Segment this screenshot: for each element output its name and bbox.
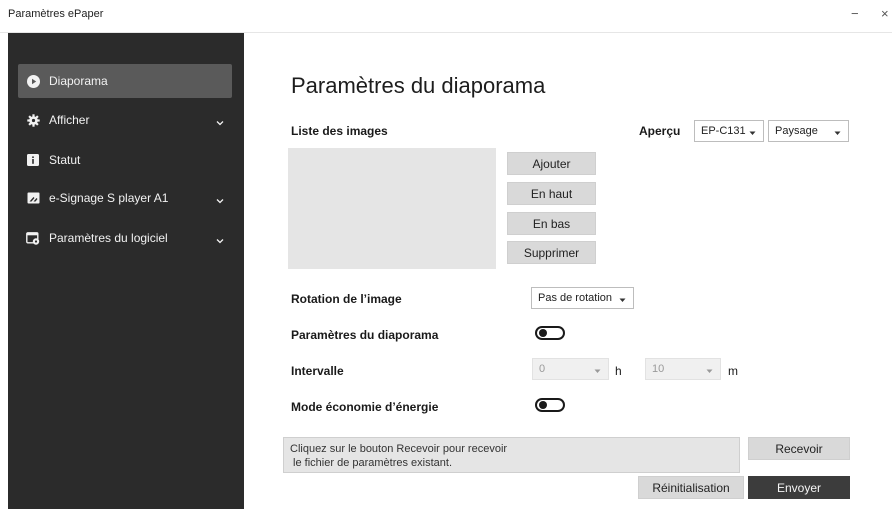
interval-minutes-select[interactable]: 10 [645, 358, 721, 380]
toggle-knob [539, 329, 547, 337]
preview-label: Aperçu [639, 124, 681, 138]
chevron-down-icon [216, 115, 224, 129]
interval-minutes-value: 10 [652, 363, 665, 375]
power-saving-label: Mode économie d’énergie [291, 400, 439, 414]
rotation-select[interactable]: Pas de rotation [531, 287, 634, 309]
page-title: Paramètres du diaporama [291, 73, 546, 98]
receive-button[interactable]: Recevoir [748, 437, 850, 460]
delete-button[interactable]: Supprimer [507, 241, 596, 264]
sidebar-item-afficher[interactable]: Afficher [18, 103, 232, 137]
window-title: Paramètres ePaper [8, 8, 104, 20]
preview-orientation-select[interactable]: Paysage [768, 120, 849, 142]
software-settings-icon [26, 231, 40, 245]
sidebar-item-diaporama[interactable]: Diaporama [18, 64, 232, 98]
hours-unit: h [615, 364, 622, 378]
toggle-knob [539, 401, 547, 409]
preview-model-select[interactable]: EP-C131 [694, 120, 764, 142]
close-button[interactable]: × [881, 6, 889, 21]
chevron-down-icon [749, 127, 756, 139]
chevron-down-icon [216, 233, 224, 247]
info-icon [26, 153, 40, 167]
message-line-1: Cliquez sur le bouton Recevoir pour rece… [290, 443, 508, 455]
main-panel: Paramètres du diaporama Liste des images… [244, 33, 892, 509]
sidebar-item-statut[interactable]: Statut [18, 143, 232, 177]
title-bar: Paramètres ePaper − × [0, 0, 892, 33]
message-line-2: le fichier de paramètres existant. [290, 457, 453, 469]
minimize-button[interactable]: − [851, 6, 859, 21]
rotation-value: Pas de rotation [538, 292, 612, 304]
chevron-down-icon [619, 294, 626, 306]
sidebar-item-label: Paramètres du logiciel [49, 231, 168, 245]
preview-orientation-value: Paysage [775, 125, 818, 137]
send-button[interactable]: Envoyer [748, 476, 850, 499]
device-icon [26, 191, 40, 205]
play-icon [26, 74, 40, 88]
sidebar-item-label: Diaporama [49, 74, 108, 88]
sidebar-item-label: Afficher [49, 113, 90, 127]
message-box: Cliquez sur le bouton Recevoir pour rece… [283, 437, 740, 473]
preview-model-value: EP-C131 [701, 125, 746, 137]
slideshow-settings-label: Paramètres du diaporama [291, 328, 439, 342]
interval-hours-select[interactable]: 0 [532, 358, 609, 380]
move-up-button[interactable]: En haut [507, 182, 596, 205]
sidebar-item-e-signage[interactable]: e-Signage S player A1 [18, 181, 232, 215]
rotation-label: Rotation de l’image [291, 292, 402, 306]
sidebar-item-label: e-Signage S player A1 [49, 191, 169, 205]
gear-icon [26, 113, 40, 127]
chevron-down-icon [216, 193, 224, 207]
sidebar: Diaporama Afficher Statut e-Signage S pl… [8, 33, 244, 509]
chevron-down-icon [834, 127, 841, 139]
add-button[interactable]: Ajouter [507, 152, 596, 175]
chevron-down-icon [706, 365, 713, 377]
image-list[interactable] [288, 148, 496, 269]
reset-button[interactable]: Réinitialisation [638, 476, 744, 499]
interval-hours-value: 0 [539, 363, 546, 375]
chevron-down-icon [594, 365, 601, 377]
interval-label: Intervalle [291, 364, 344, 378]
minutes-unit: m [728, 364, 738, 378]
move-down-button[interactable]: En bas [507, 212, 596, 235]
slideshow-toggle[interactable] [535, 326, 565, 340]
image-list-label: Liste des images [291, 124, 388, 138]
sidebar-item-parametres-logiciel[interactable]: Paramètres du logiciel [18, 221, 232, 255]
power-saving-toggle[interactable] [535, 398, 565, 412]
sidebar-item-label: Statut [49, 153, 81, 167]
